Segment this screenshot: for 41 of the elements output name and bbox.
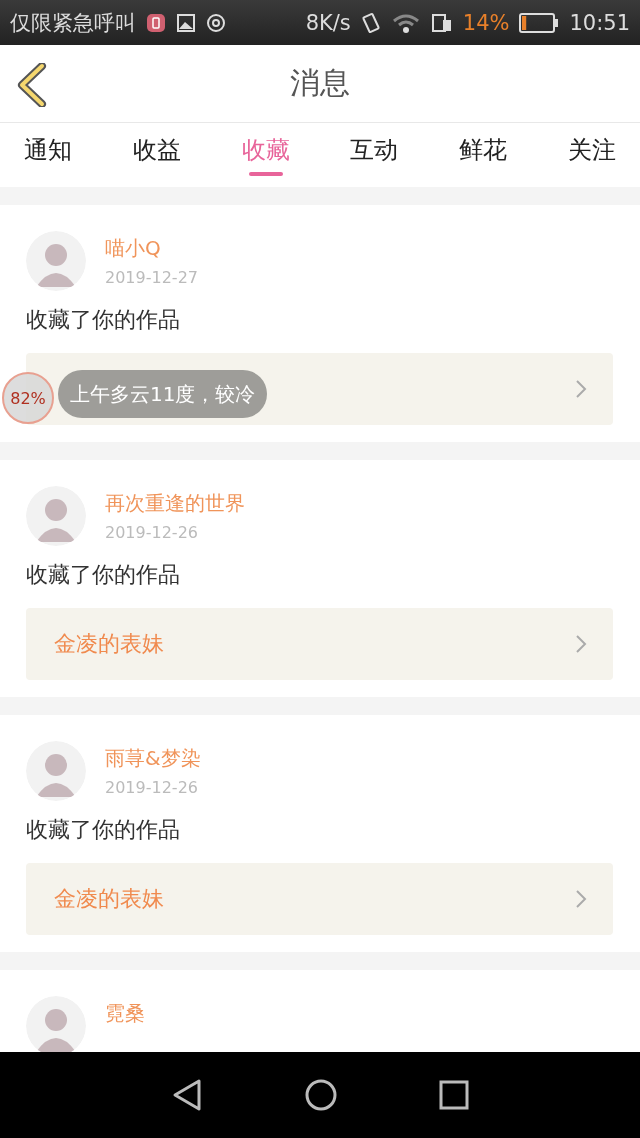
status-text: 仅限紧急呼叫 xyxy=(10,9,136,37)
notification-icon xyxy=(146,12,166,33)
avatar xyxy=(26,231,86,291)
avatar xyxy=(26,741,86,801)
chevron-icon xyxy=(575,379,587,399)
tab[interactable]: 通知 xyxy=(10,123,86,187)
home-icon[interactable] xyxy=(304,1078,338,1112)
user-name[interactable]: 喵小Q xyxy=(105,235,198,262)
message-text: 收藏了你的作品 xyxy=(26,561,181,589)
tab[interactable]: 关注 xyxy=(554,123,630,187)
back-icon[interactable] xyxy=(16,63,48,107)
wifi-icon xyxy=(390,11,421,34)
circle-icon xyxy=(206,12,226,33)
user-name[interactable]: 再次重逢的世界 xyxy=(105,490,245,517)
avatar xyxy=(26,996,86,1052)
image-icon xyxy=(176,12,196,33)
message-date: 2019-12-26 xyxy=(105,778,199,797)
message-date: 2019-12-27 xyxy=(105,268,198,287)
user-name[interactable]: 雨荨&梦染 xyxy=(105,745,201,772)
user-name[interactable]: 霓桑 xyxy=(105,1000,145,1027)
chevron-icon xyxy=(575,889,587,909)
message-text: 收藏了你的作品 xyxy=(26,816,181,844)
work-link[interactable]: 金凌的表妹 xyxy=(26,608,613,680)
page-title: 消息 xyxy=(290,64,350,102)
vibrate-icon xyxy=(360,11,381,34)
tab[interactable]: 收益 xyxy=(118,123,195,187)
tab[interactable]: 鲜花 xyxy=(445,123,522,187)
clock: 10:51 xyxy=(569,10,630,35)
tab[interactable]: 互动 xyxy=(336,123,413,187)
recents-icon[interactable] xyxy=(439,1080,470,1110)
avatar xyxy=(26,486,86,546)
chevron-icon xyxy=(575,634,587,654)
network-speed: 8K/s xyxy=(305,10,351,35)
message-text: 收藏了你的作品 xyxy=(26,306,181,334)
battery-percent: 14% xyxy=(462,10,510,35)
message-date: 2019-12-26 xyxy=(105,523,199,542)
weather-toast: 上午多云11度，较冷 xyxy=(58,370,268,418)
battery-icon xyxy=(519,12,560,33)
tab[interactable]: 收藏 xyxy=(227,123,304,187)
sim-icon xyxy=(430,11,453,34)
work-link[interactable]: 金凌的表妹 xyxy=(26,863,613,935)
